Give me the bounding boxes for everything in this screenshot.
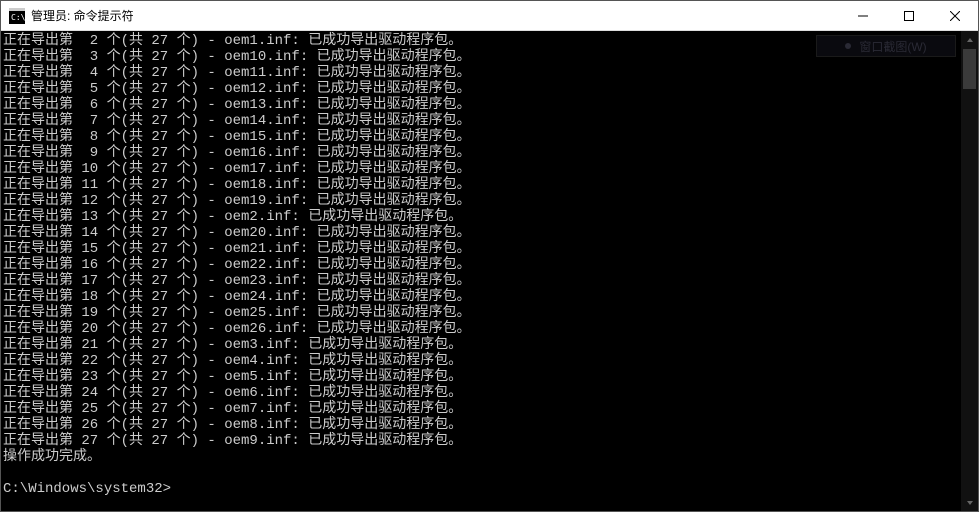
console-output[interactable]: 正在导出第 2 个(共 27 个) - oem1.inf: 已成功导出驱动程序包… <box>1 31 961 511</box>
screenshot-overlay-label: 窗口截图(W) <box>859 38 926 55</box>
scroll-up-icon[interactable] <box>961 31 978 48</box>
maximize-button[interactable] <box>886 1 932 30</box>
cmd-icon: C:\ <box>9 8 25 24</box>
window-title: 管理员: 命令提示符 <box>31 7 134 24</box>
screenshot-overlay-button[interactable]: 窗口截图(W) <box>816 35 956 57</box>
close-button[interactable] <box>932 1 978 30</box>
minimize-button[interactable] <box>840 1 886 30</box>
console-area: 窗口截图(W) 正在导出第 2 个(共 27 个) - oem1.inf: 已成… <box>1 31 978 511</box>
scroll-thumb[interactable] <box>963 49 976 89</box>
titlebar[interactable]: C:\ 管理员: 命令提示符 <box>1 1 978 31</box>
scroll-down-icon[interactable] <box>961 494 978 511</box>
svg-text:C:\: C:\ <box>11 13 25 22</box>
vertical-scrollbar[interactable] <box>961 31 978 511</box>
recording-dot-icon <box>845 43 851 49</box>
window-controls <box>840 1 978 30</box>
